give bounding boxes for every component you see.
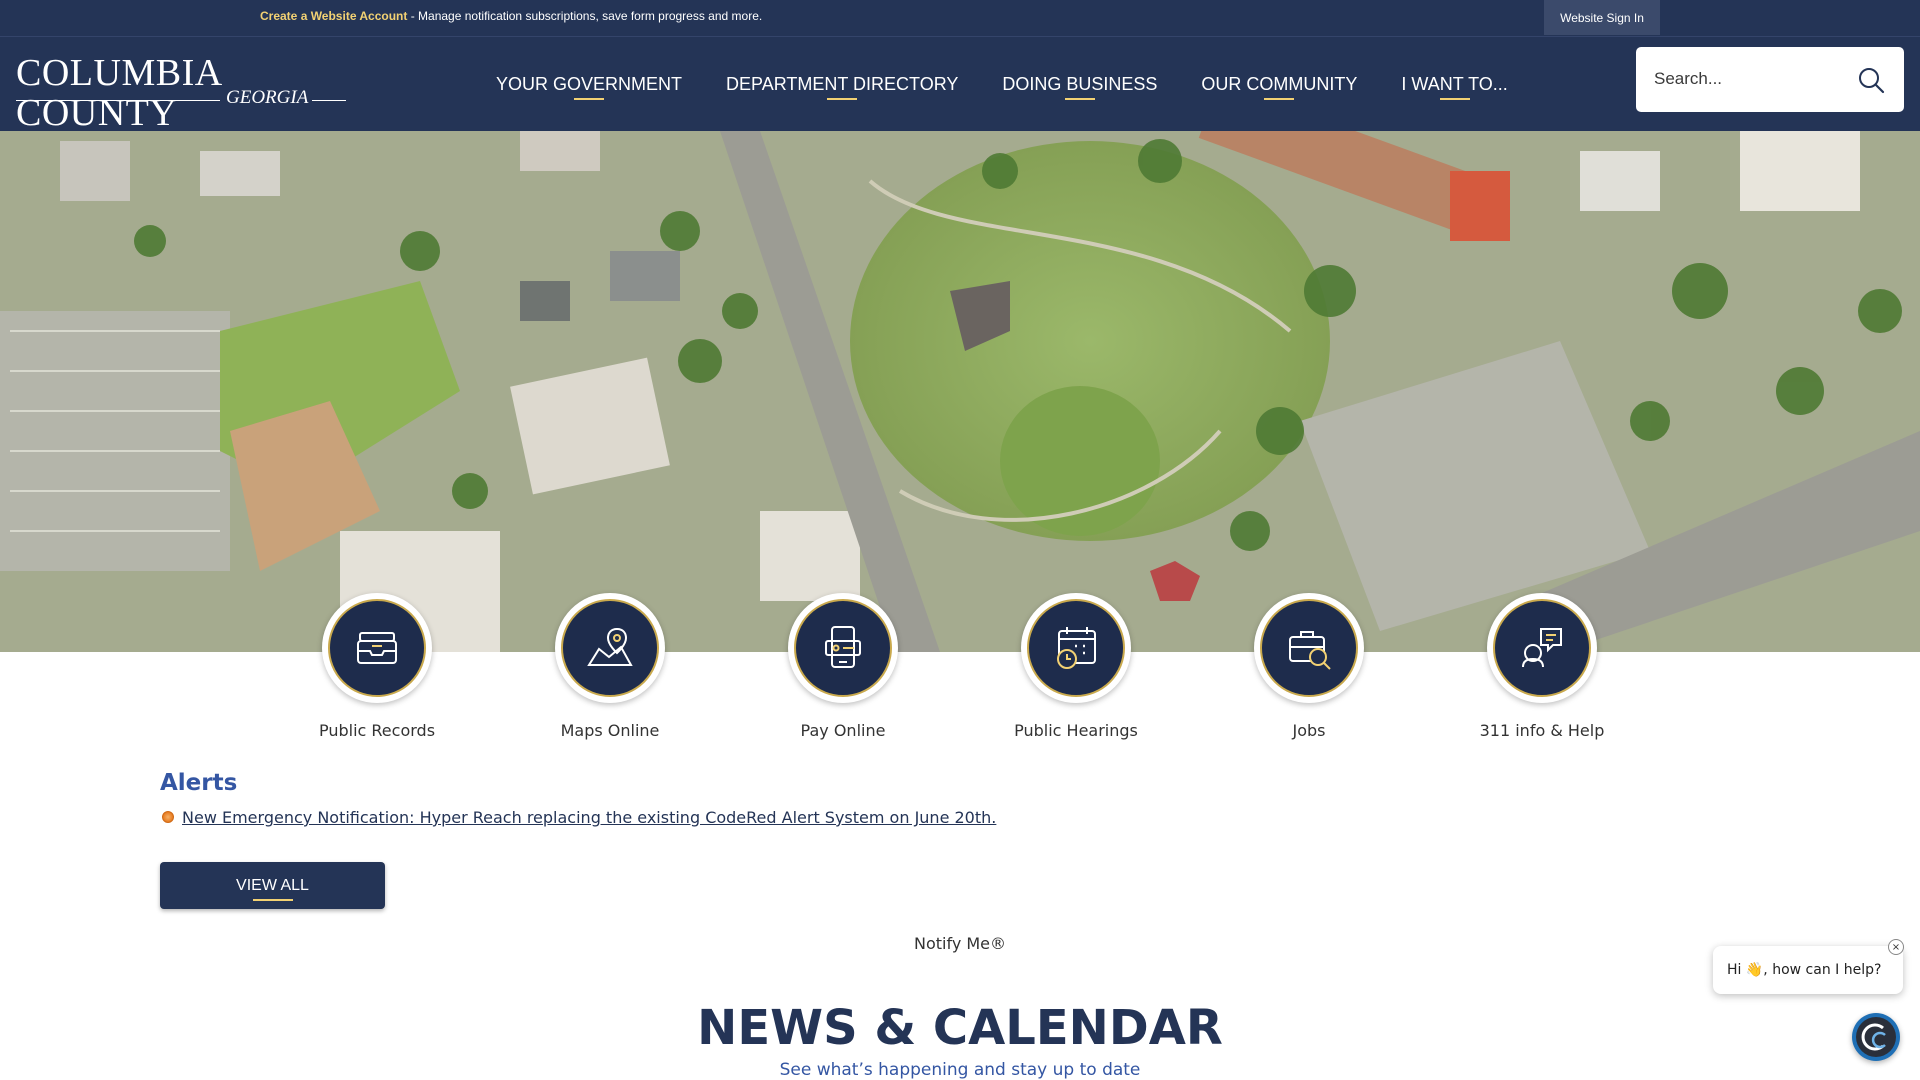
view-all-label: VIEW ALL: [236, 876, 309, 894]
search-input[interactable]: [1654, 67, 1844, 91]
account-banner: Create a Website Account - Manage notifi…: [260, 9, 762, 23]
quick-link-label: Pay Online: [800, 721, 886, 740]
nav-your-government[interactable]: YOUR GOVERNMENT: [474, 37, 704, 132]
news-calendar-subtitle: See what’s happening and stay up to date: [779, 1060, 1141, 1080]
website-sign-in-button[interactable]: Website Sign In: [1544, 0, 1660, 35]
top-utility-bar: Create a Website Account - Manage notifi…: [0, 0, 1920, 36]
chat-greeting-text: Hi 👋, how can I help?: [1727, 962, 1882, 978]
nav-underline: [1264, 98, 1295, 100]
quick-link-badge: [788, 593, 898, 703]
nav-label: YOUR GOVERNMENT: [496, 74, 683, 94]
quick-link-pay-online[interactable]: Pay Online: [738, 593, 948, 740]
quick-link-label: Jobs: [1292, 721, 1326, 740]
calendar-clock-icon: [1027, 599, 1125, 697]
payment-device-icon: [794, 599, 892, 697]
nav-underline: [1064, 98, 1095, 100]
quick-link-label: Public Records: [318, 721, 436, 740]
help-chat-icon: [1493, 599, 1591, 697]
search-box: [1636, 47, 1904, 112]
nav-i-want-to[interactable]: I WANT TO...: [1379, 37, 1529, 132]
chat-launcher-button[interactable]: [1852, 1013, 1900, 1061]
nav-label: I WANT TO...: [1401, 74, 1508, 94]
main-nav: YOUR GOVERNMENT DEPARTMENT DIRECTORY DOI…: [474, 37, 1530, 132]
nav-underline: [574, 98, 604, 100]
map-pin-icon: [561, 599, 659, 697]
chat-close-icon[interactable]: ×: [1888, 939, 1904, 955]
create-account-link[interactable]: Create a Website Account: [260, 9, 407, 23]
quick-link-maps-online[interactable]: Maps Online: [505, 593, 715, 740]
quick-link-badge: [555, 593, 665, 703]
logo-rule-right: [312, 100, 346, 101]
quick-link-badge: [322, 593, 432, 703]
quick-link-badge: [1254, 593, 1364, 703]
alert-link[interactable]: New Emergency Notification: Hyper Reach …: [182, 808, 996, 827]
alerts-heading: Alerts: [160, 770, 238, 796]
nav-underline: [827, 98, 858, 100]
quick-link-badge: [1021, 593, 1131, 703]
aerial-photo: [0, 131, 1920, 652]
quick-link-label: Maps Online: [560, 721, 660, 740]
quick-link-badge: [1487, 593, 1597, 703]
nav-underline: [1439, 98, 1470, 100]
quick-link-public-hearings[interactable]: Public Hearings: [971, 593, 1181, 740]
county-logo[interactable]: COLUMBIA COUNTY GEORGIA: [16, 53, 346, 133]
nav-our-community[interactable]: OUR COMMUNITY: [1179, 37, 1379, 132]
nav-label: OUR COMMUNITY: [1201, 74, 1358, 94]
archive-box-icon: [328, 599, 426, 697]
quick-link-label: Public Hearings: [1014, 721, 1138, 740]
chat-greeting-bubble[interactable]: Hi 👋, how can I help?: [1713, 946, 1903, 994]
view-all-button[interactable]: VIEW ALL: [160, 862, 385, 909]
quick-link-jobs[interactable]: Jobs: [1204, 593, 1414, 740]
search-icon[interactable]: [1856, 65, 1886, 95]
hero-aerial-image: [0, 131, 1920, 652]
site-header: COLUMBIA COUNTY GEORGIA YOUR GOVERNMENT …: [0, 36, 1920, 133]
alert-bullet-icon: [162, 811, 174, 823]
briefcase-search-icon: [1260, 599, 1358, 697]
chat-logo-icon: [1856, 1017, 1896, 1057]
logo-rule-left: [16, 100, 220, 101]
notify-me-link[interactable]: Notify Me®: [900, 934, 1020, 953]
nav-doing-business[interactable]: DOING BUSINESS: [980, 37, 1179, 132]
nav-department-directory[interactable]: DEPARTMENT DIRECTORY: [704, 37, 980, 132]
view-all-underline: [252, 899, 293, 901]
logo-subtitle: GEORGIA: [226, 87, 309, 108]
quick-link-public-records[interactable]: Public Records: [272, 593, 482, 740]
quick-link-label: 311 info & Help: [1479, 721, 1605, 740]
nav-label: DEPARTMENT DIRECTORY: [726, 74, 959, 94]
news-calendar-heading: NEWS & CALENDAR: [697, 1000, 1223, 1056]
quick-link-311-info-help[interactable]: 311 info & Help: [1437, 593, 1647, 740]
account-banner-text: - Manage notification subscriptions, sav…: [407, 9, 763, 23]
nav-label: DOING BUSINESS: [1002, 74, 1158, 94]
